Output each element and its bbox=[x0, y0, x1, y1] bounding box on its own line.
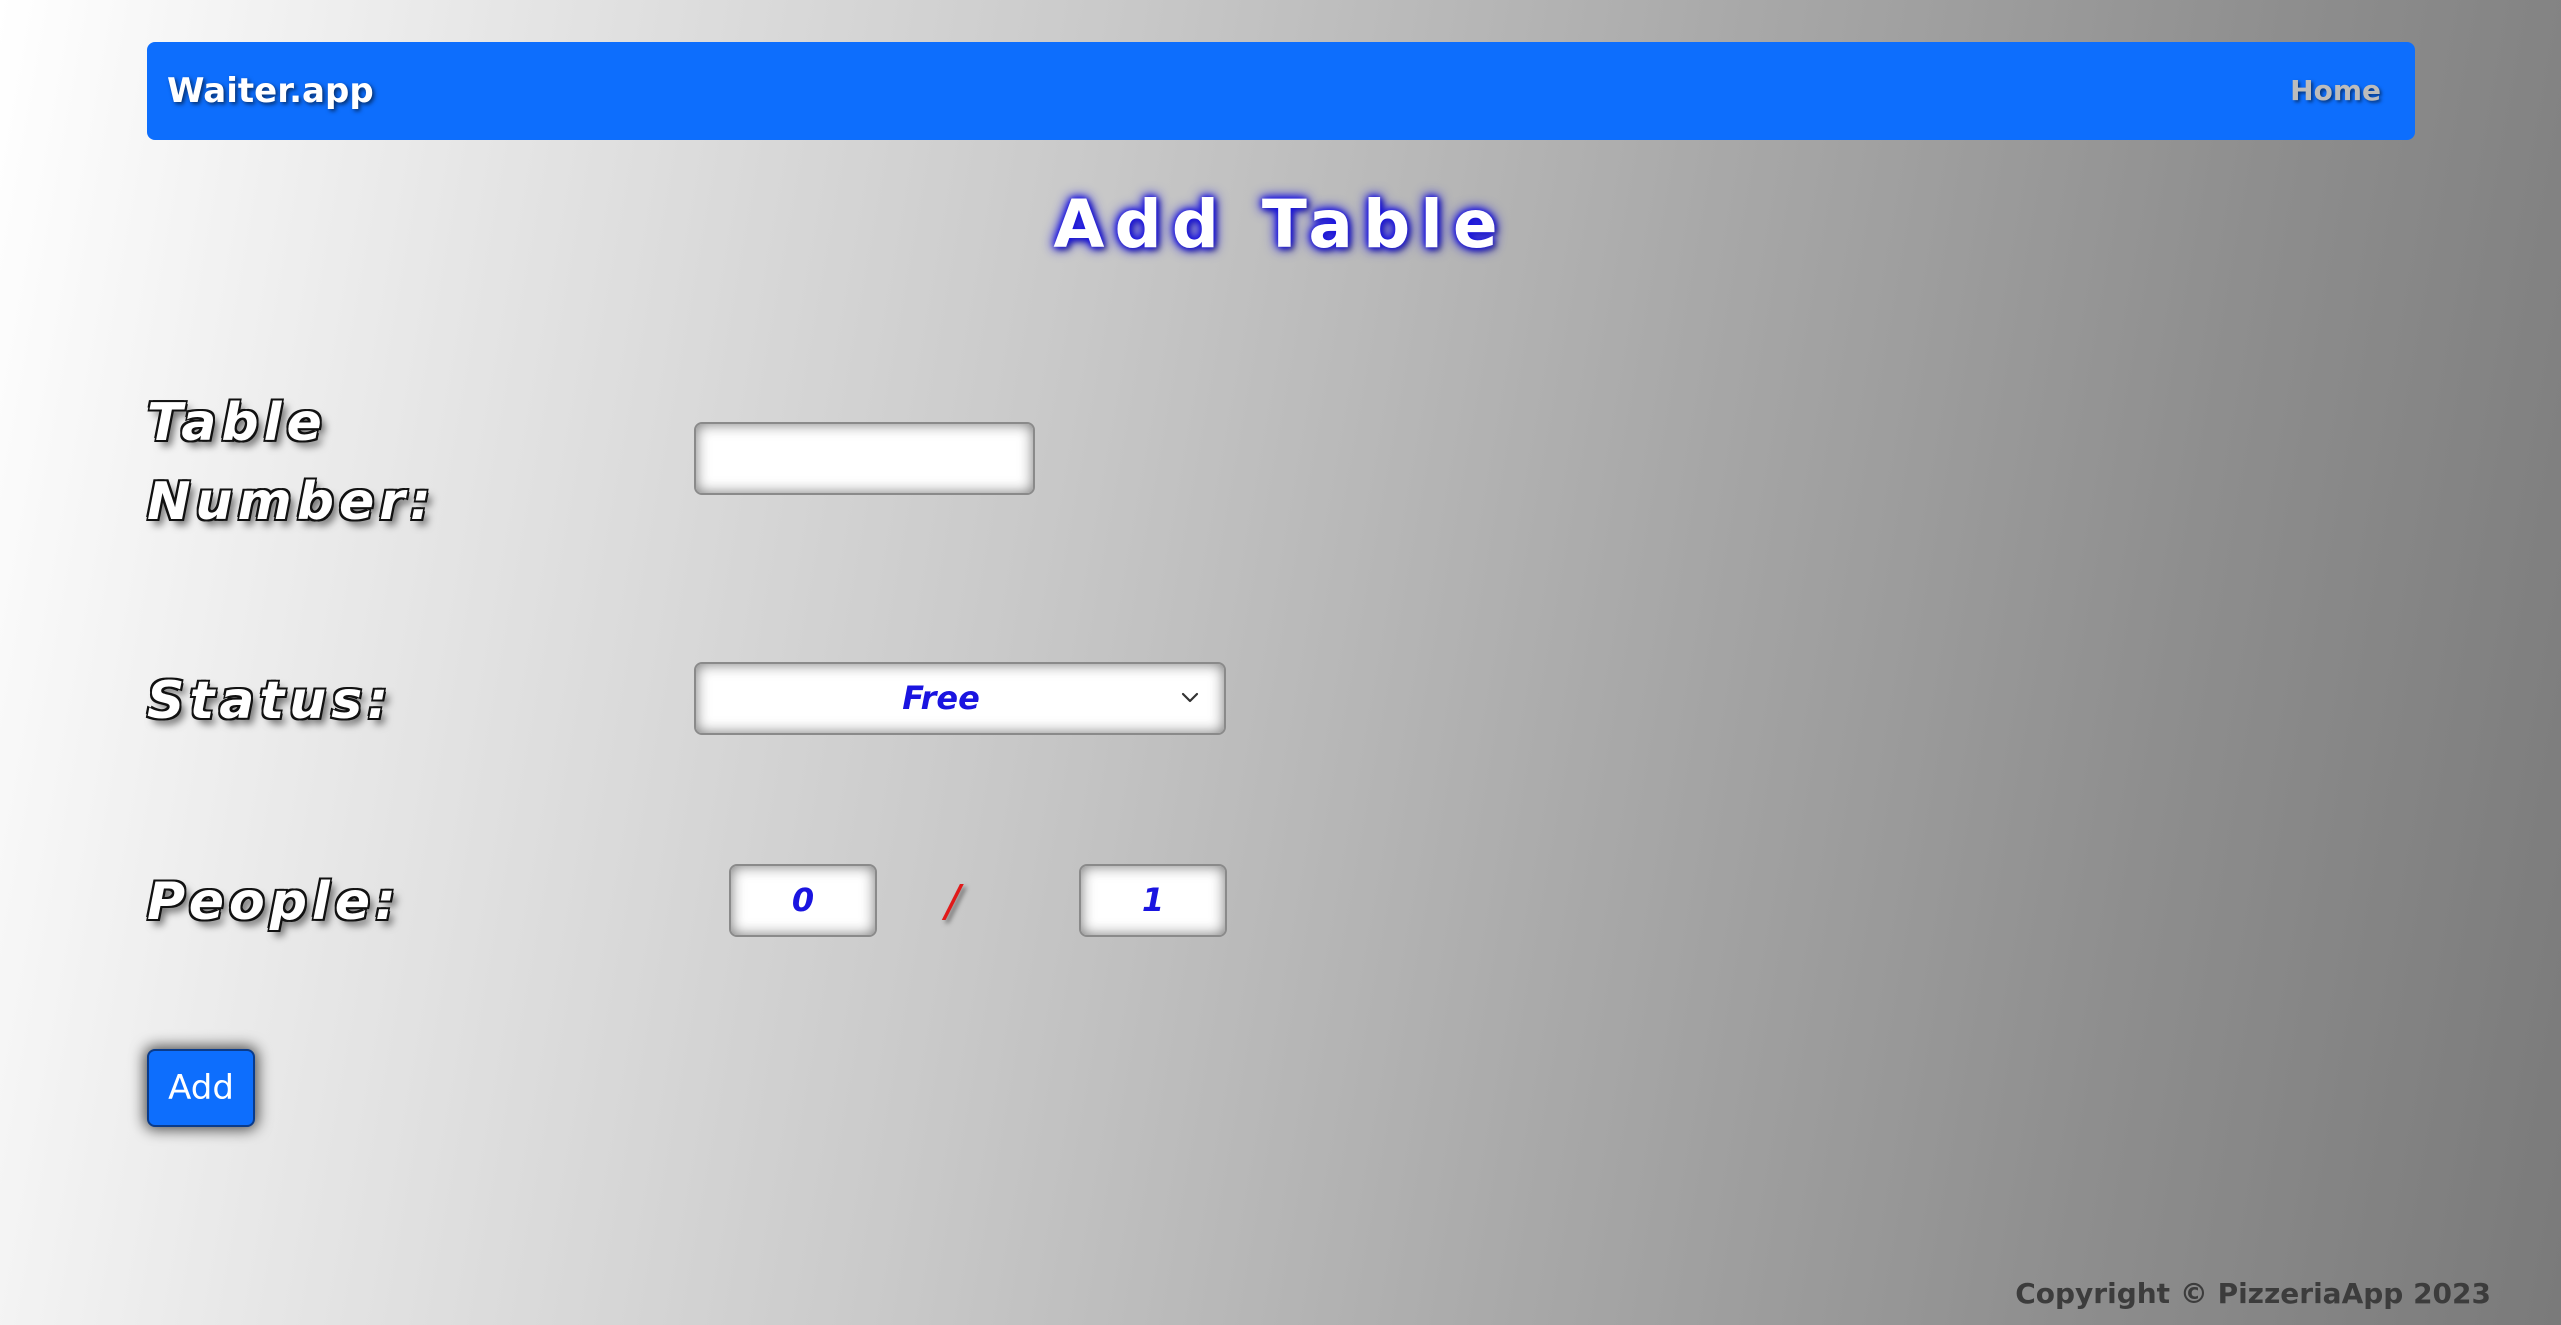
footer-copyright: Copyright © PizzeriaApp 2023 bbox=[2015, 1277, 2491, 1310]
table-number-input[interactable] bbox=[694, 422, 1035, 495]
nav-home-link[interactable]: Home bbox=[2290, 42, 2381, 140]
status-select[interactable]: Free bbox=[694, 662, 1226, 735]
people-separator: / bbox=[945, 876, 960, 927]
brand-link[interactable]: Waiter.app bbox=[167, 42, 374, 140]
table-number-label: Table Number: bbox=[147, 393, 436, 532]
chevron-down-icon bbox=[1181, 692, 1199, 703]
add-button[interactable]: Add bbox=[147, 1049, 255, 1127]
page-title: Add Table bbox=[1053, 186, 1508, 263]
people-max-input[interactable]: 1 bbox=[1079, 864, 1227, 937]
people-label: People: bbox=[147, 872, 401, 932]
status-label: Status: bbox=[147, 671, 394, 731]
people-current-input[interactable]: 0 bbox=[729, 864, 877, 937]
status-selected-value: Free bbox=[902, 679, 980, 717]
navbar: Waiter.app Home bbox=[147, 42, 2415, 140]
